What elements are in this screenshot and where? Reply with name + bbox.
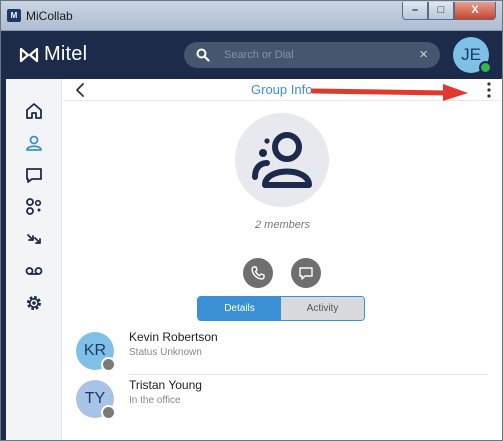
mitel-logo-text: Mitel [44, 43, 88, 65]
call-group-button[interactable] [243, 258, 273, 288]
sidebar-item-contacts[interactable] [24, 133, 44, 153]
maximize-button[interactable]: □ [428, 2, 454, 20]
window-controls: – □ X [402, 2, 496, 20]
title-bar[interactable]: M MiCollab – □ X [1, 1, 502, 31]
search-icon [196, 48, 210, 62]
sidebar-item-settings[interactable] [24, 293, 44, 313]
member-status: In the office [129, 395, 181, 406]
member-name: Kevin Robertson [129, 330, 218, 344]
phone-icon [251, 266, 265, 280]
tab-details[interactable]: Details [198, 297, 281, 320]
sidebar-item-voicemail[interactable] [24, 261, 44, 281]
call-history-icon [27, 234, 41, 244]
chat-icon [26, 168, 42, 183]
app-window: M MiCollab – □ X Mitel × JE [0, 0, 503, 441]
chat-group-button[interactable] [291, 258, 321, 288]
group-tabs: Details Activity [197, 296, 365, 321]
close-button[interactable]: X [454, 2, 496, 20]
settings-icon [27, 296, 41, 310]
clear-search-icon[interactable]: × [419, 46, 428, 64]
home-icon [26, 103, 42, 119]
member-presence-badge [101, 405, 116, 420]
search-input[interactable] [224, 46, 404, 64]
group-avatar [235, 113, 329, 207]
user-presence-badge [479, 61, 492, 74]
tab-activity[interactable]: Activity [281, 297, 364, 320]
member-row[interactable]: TY Tristan Young In the office [63, 376, 502, 424]
people-icon [26, 198, 42, 215]
page-title: Group Info [251, 82, 313, 97]
sidebar-item-chat[interactable] [24, 165, 44, 185]
window-title: MiCollab [26, 9, 73, 23]
chat-bubble-icon [299, 267, 313, 280]
sidebar [6, 79, 62, 440]
sidebar-item-home[interactable] [24, 101, 44, 121]
annotation-arrow [311, 84, 468, 101]
member-status: Status Unknown [129, 347, 202, 358]
app-header: Mitel × JE [1, 31, 502, 79]
back-arrow-icon[interactable] [73, 81, 87, 99]
sidebar-item-people[interactable] [24, 197, 44, 217]
member-divider [129, 374, 488, 375]
sidebar-item-call-history[interactable] [24, 229, 44, 249]
voicemail-icon [25, 267, 43, 275]
member-name: Tristan Young [129, 378, 202, 392]
more-options-icon[interactable] [486, 81, 492, 99]
member-count: 2 members [255, 219, 311, 231]
search-bar[interactable]: × [184, 42, 440, 68]
minimize-button[interactable]: – [402, 2, 428, 20]
contacts-icon [26, 135, 42, 151]
group-people-icon [252, 132, 312, 188]
member-row[interactable]: KR Kevin Robertson Status Unknown [63, 328, 502, 376]
mitel-logo-icon [19, 47, 39, 63]
app-icon: M [7, 9, 21, 22]
member-presence-badge [101, 357, 116, 372]
